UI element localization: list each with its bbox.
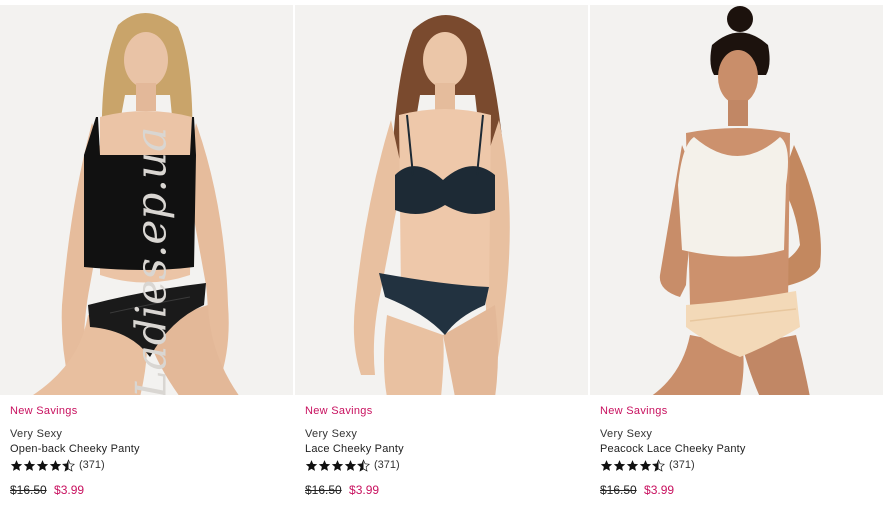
product-image[interactable] [295,5,588,395]
watermark-logo: Ladies.ep.ua [127,127,176,395]
star-half-icon [62,458,75,472]
star-half-icon [652,458,665,472]
review-count: (371) [79,459,105,471]
product-card[interactable]: Ladies.ep.ua New Savings Very Sexy Open-… [0,0,293,513]
product-card[interactable]: New Savings Very Sexy Peacock Lace Cheek… [590,0,883,513]
sale-price: $3.99 [54,483,85,497]
star-full-icon [23,459,36,472]
original-price: $16.50 [600,483,637,497]
rating[interactable]: (371) [600,457,880,473]
promo-label: New Savings [600,405,668,417]
price: $16.50 $3.99 [305,483,585,498]
star-half-icon [357,458,370,472]
star-full-icon [10,459,23,472]
star-full-icon [305,459,318,472]
product-card[interactable]: New Savings Very Sexy Lace Cheeky Panty … [295,0,588,513]
rating[interactable]: (371) [10,457,290,473]
product-image[interactable] [590,5,883,395]
product-name-link[interactable]: Lace Cheeky Panty [305,442,585,456]
star-rating [600,458,665,472]
star-full-icon [344,459,357,472]
original-price: $16.50 [305,483,342,497]
review-count: (371) [374,459,400,471]
original-price: $16.50 [10,483,47,497]
star-full-icon [639,459,652,472]
product-name-link[interactable]: Open-back Cheeky Panty [10,442,290,456]
star-full-icon [613,459,626,472]
star-full-icon [36,459,49,472]
brand-label: Very Sexy [10,428,63,440]
star-full-icon [600,459,613,472]
brand-label: Very Sexy [600,428,653,440]
star-rating [10,458,75,472]
brand-label: Very Sexy [305,428,358,440]
star-full-icon [331,459,344,472]
product-info: New Savings Very Sexy Open-back Cheeky P… [10,404,290,498]
price: $16.50 $3.99 [600,483,880,498]
promo-label: New Savings [305,405,373,417]
sale-price: $3.99 [349,483,380,497]
promo-label: New Savings [10,405,78,417]
product-info: New Savings Very Sexy Peacock Lace Cheek… [600,404,880,498]
sale-price: $3.99 [644,483,675,497]
star-full-icon [626,459,639,472]
review-count: (371) [669,459,695,471]
svg-text:Ladies.ep.ua: Ladies.ep.ua [127,127,176,395]
product-image[interactable]: Ladies.ep.ua [0,5,293,395]
product-name-link[interactable]: Peacock Lace Cheeky Panty [600,442,880,456]
price: $16.50 $3.99 [10,483,290,498]
star-full-icon [49,459,62,472]
star-rating [305,458,370,472]
product-info: New Savings Very Sexy Lace Cheeky Panty … [305,404,585,498]
star-full-icon [318,459,331,472]
product-grid: Ladies.ep.ua New Savings Very Sexy Open-… [0,0,883,513]
rating[interactable]: (371) [305,457,585,473]
